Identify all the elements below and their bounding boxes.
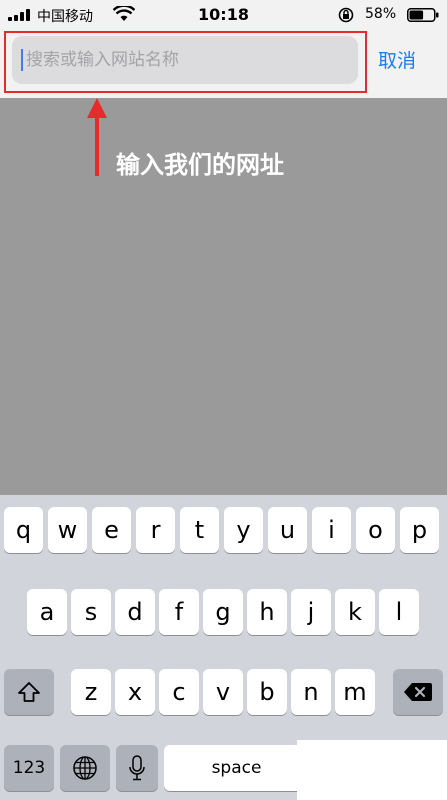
battery-percent: 58%: [365, 6, 397, 22]
text-caret: [21, 49, 23, 71]
watermark-mask: [297, 740, 447, 800]
dimmed-overlay[interactable]: 输入我们的网址: [0, 98, 447, 495]
key-s[interactable]: s: [71, 589, 111, 635]
annotation-text: 输入我们的网址: [116, 151, 284, 179]
backspace-icon: [404, 683, 432, 701]
key-i[interactable]: i: [312, 507, 351, 553]
key-c[interactable]: c: [159, 669, 199, 715]
key-f[interactable]: f: [159, 589, 199, 635]
microphone-icon: [129, 755, 145, 781]
key-e[interactable]: e: [92, 507, 131, 553]
rotation-lock-icon: [338, 7, 354, 23]
space-key[interactable]: space: [164, 745, 309, 791]
key-b[interactable]: b: [247, 669, 287, 715]
search-field[interactable]: [12, 36, 358, 84]
microphone-key[interactable]: [116, 745, 158, 791]
key-m[interactable]: m: [335, 669, 375, 715]
key-r[interactable]: r: [136, 507, 175, 553]
numbers-key[interactable]: 123: [4, 745, 54, 791]
search-header: 取消: [0, 30, 447, 98]
status-bar: 中国移动 10:18 58%: [0, 0, 447, 30]
globe-key[interactable]: [60, 745, 110, 791]
battery-icon: [407, 8, 439, 22]
shift-key[interactable]: [4, 669, 54, 715]
arrow-up-icon: [87, 98, 107, 176]
key-z[interactable]: z: [71, 669, 111, 715]
key-q[interactable]: q: [4, 507, 43, 553]
key-n[interactable]: n: [291, 669, 331, 715]
key-d[interactable]: d: [115, 589, 155, 635]
key-t[interactable]: t: [180, 507, 219, 553]
key-x[interactable]: x: [115, 669, 155, 715]
key-y[interactable]: y: [224, 507, 263, 553]
key-p[interactable]: p: [400, 507, 439, 553]
shift-icon: [18, 682, 40, 702]
key-g[interactable]: g: [203, 589, 243, 635]
key-w[interactable]: w: [48, 507, 87, 553]
backspace-key[interactable]: [393, 669, 443, 715]
globe-icon: [73, 756, 97, 780]
key-j[interactable]: j: [291, 589, 331, 635]
key-a[interactable]: a: [27, 589, 67, 635]
key-l[interactable]: l: [379, 589, 419, 635]
key-k[interactable]: k: [335, 589, 375, 635]
search-input[interactable]: [26, 36, 346, 84]
cancel-button[interactable]: 取消: [378, 46, 416, 73]
key-v[interactable]: v: [203, 669, 243, 715]
key-h[interactable]: h: [247, 589, 287, 635]
key-u[interactable]: u: [268, 507, 307, 553]
key-o[interactable]: o: [356, 507, 395, 553]
